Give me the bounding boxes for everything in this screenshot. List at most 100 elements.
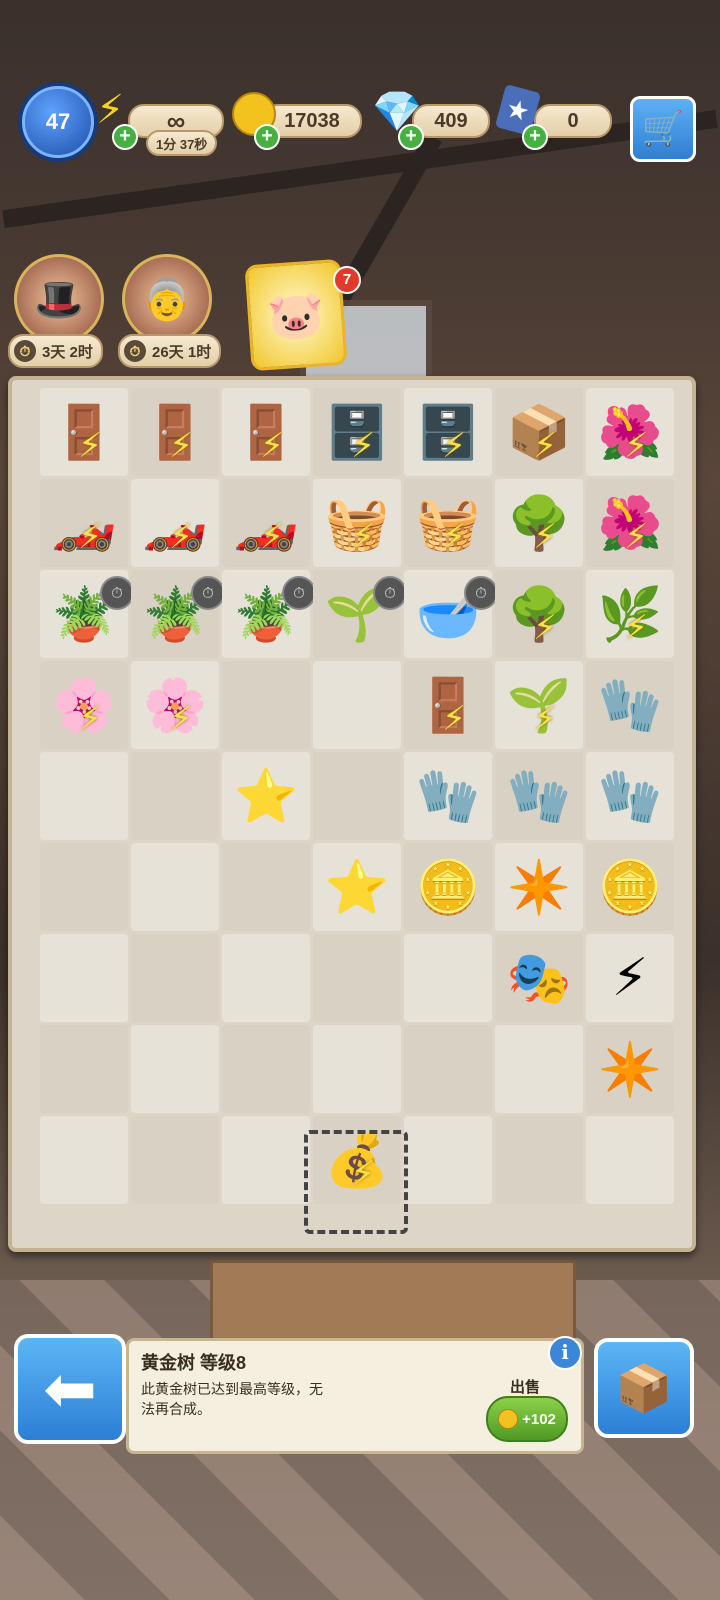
- wardrobe-item[interactable]: 🚪 ⚡: [40, 388, 128, 476]
- empty-cell[interactable]: [222, 661, 310, 749]
- cards-value: 0: [567, 109, 579, 132]
- wardrobe-item[interactable]: 🚪 ⚡: [131, 388, 219, 476]
- empty-cell[interactable]: [495, 1116, 583, 1204]
- empty-cell[interactable]: [131, 843, 219, 931]
- wardrobe-item[interactable]: 🚪 ⚡: [404, 661, 492, 749]
- gloves-item[interactable]: 🧤: [404, 752, 492, 840]
- empty-cell[interactable]: [131, 752, 219, 840]
- potted-sprout-item[interactable]: 🪴 ⏱: [40, 570, 134, 658]
- lightning-icon: ⚡: [78, 427, 102, 465]
- flower-bush-item[interactable]: 🌺 ⚡: [586, 479, 674, 567]
- empty-cell[interactable]: [222, 1025, 310, 1113]
- mask-item[interactable]: 🎭: [495, 934, 583, 1022]
- empty-cell[interactable]: [222, 934, 310, 1022]
- add-energy-button[interactable]: +: [112, 124, 138, 150]
- shop-cart-button[interactable]: 🛒: [630, 96, 696, 162]
- item-title: 黄金树 等级8: [141, 1353, 247, 1373]
- toy-car-item[interactable]: 🏎️ ⚡: [40, 479, 128, 567]
- energy-timer: 1分 37秒: [156, 136, 208, 152]
- empty-cell[interactable]: [404, 1116, 492, 1204]
- level-badge[interactable]: 47: [22, 86, 94, 158]
- empty-pot-item[interactable]: 🥣 ⏱: [404, 570, 498, 658]
- empty-cell[interactable]: [40, 752, 128, 840]
- empty-cell[interactable]: [313, 752, 401, 840]
- coins-item[interactable]: 🪙: [404, 843, 492, 931]
- lightning-icon: ⚡: [624, 518, 648, 556]
- lightning-icon: ⚡: [533, 518, 557, 556]
- lightning-icon: ⚡: [78, 700, 102, 738]
- sapling-item[interactable]: 🌱 ⚡: [495, 661, 583, 749]
- blue-star-item[interactable]: ⭐: [313, 843, 401, 931]
- clock-icon: ⏱: [124, 340, 146, 362]
- empty-cell[interactable]: [313, 661, 401, 749]
- blue-star-burst-item[interactable]: ✴️: [495, 843, 583, 931]
- box-icon: 📦: [615, 1361, 673, 1414]
- sell-value: +102: [522, 1410, 556, 1428]
- sell-button[interactable]: +102: [486, 1396, 568, 1442]
- flower-pot-item[interactable]: 🌸 ⚡: [40, 661, 128, 749]
- empty-cell[interactable]: [222, 1116, 310, 1204]
- board-grid: 🚪 ⚡ 🚪 ⚡ 🚪 ⚡ 🗄️ ⚡ 🗄️ ⚡ 📦 ⚡ 🌺 ⚡ 🏎️ ⚡ 🏎️ ⚡ 🏎️ ⚡ 🧺 ⚡ 🧺 ⚡ 🌳 ⚡ 🌺 ⚡ 🪴 ⏱ 🪴 ⏱ 🪴 ⏱ 🌱…: [40, 388, 680, 1208]
- potted-sprout-item[interactable]: 🌱 ⏱: [313, 570, 407, 658]
- blue-star-burst-item[interactable]: ✴️: [586, 1025, 674, 1113]
- blue-star-burst-icon: ✴️: [506, 858, 572, 917]
- gems-pill[interactable]: 409: [412, 104, 490, 138]
- gloves-item[interactable]: 🧤: [495, 752, 583, 840]
- empty-cell[interactable]: [40, 843, 128, 931]
- empty-cell[interactable]: [313, 1025, 401, 1113]
- tree-item[interactable]: 🌳 ⚡: [495, 570, 583, 658]
- toy-car-item[interactable]: 🏎️ ⚡: [222, 479, 310, 567]
- grandma-character[interactable]: 👵: [122, 254, 212, 344]
- lightning-icon: ⚡: [78, 518, 102, 556]
- gloves-icon: 🧤: [506, 767, 572, 826]
- add-gems-button[interactable]: +: [398, 124, 424, 150]
- lightning-icon: ⚡: [260, 427, 284, 465]
- energy-bubble-item[interactable]: ⚡: [586, 934, 674, 1022]
- empty-cell[interactable]: [404, 934, 492, 1022]
- storage-box-button[interactable]: 📦: [594, 1338, 694, 1438]
- empty-cell[interactable]: [313, 934, 401, 1022]
- blue-star-icon: ⭐: [324, 858, 390, 917]
- plant-item[interactable]: 🌿 ⚡: [586, 570, 674, 658]
- empty-cell[interactable]: [222, 843, 310, 931]
- empty-cell[interactable]: [40, 1116, 128, 1204]
- empty-cell[interactable]: [586, 1116, 674, 1204]
- back-button[interactable]: ⬅: [14, 1334, 126, 1444]
- gloves-item[interactable]: 🧤: [586, 661, 674, 749]
- wardrobe-item[interactable]: 🚪 ⚡: [222, 388, 310, 476]
- empty-cell[interactable]: [131, 1116, 219, 1204]
- tree-item[interactable]: 🌳 ⚡: [495, 479, 583, 567]
- magician-character[interactable]: 🎩: [14, 254, 104, 344]
- add-coins-button[interactable]: +: [254, 124, 280, 150]
- flower-bush-item[interactable]: 🌺 ⚡: [586, 388, 674, 476]
- reward-card[interactable]: 🐷: [244, 258, 348, 372]
- tool-bucket-item[interactable]: 🧺 ⚡: [404, 479, 492, 567]
- gloves-item[interactable]: 🧤: [586, 752, 674, 840]
- empty-cell[interactable]: [40, 934, 128, 1022]
- coins-icon: 🪙: [415, 858, 481, 917]
- lightning-icon: ⚡: [533, 609, 557, 647]
- empty-cell[interactable]: [131, 934, 219, 1022]
- flower-pot-item[interactable]: 🌸 ⚡: [131, 661, 219, 749]
- dresser-item[interactable]: 🗄️ ⚡: [313, 388, 401, 476]
- add-cards-button[interactable]: +: [522, 124, 548, 150]
- cart-icon: 🛒: [641, 110, 685, 148]
- blue-star-burst-icon: ✴️: [597, 1040, 663, 1099]
- info-icon[interactable]: i: [548, 1336, 582, 1370]
- coin-pile-item[interactable]: 🪙: [586, 843, 674, 931]
- gloves-icon: 🧤: [597, 767, 663, 826]
- tool-bucket-item[interactable]: 🧺 ⚡: [313, 479, 401, 567]
- empty-cell[interactable]: [131, 1025, 219, 1113]
- toy-car-item[interactable]: 🏎️ ⚡: [131, 479, 219, 567]
- clock-icon: ⏱: [14, 340, 36, 362]
- empty-cell[interactable]: [404, 1025, 492, 1113]
- boxes-item[interactable]: 📦 ⚡: [495, 388, 583, 476]
- potted-sprout-item[interactable]: 🪴 ⏱: [222, 570, 316, 658]
- dresser-item[interactable]: 🗄️ ⚡: [404, 388, 492, 476]
- stopwatch-icon: ⏱: [100, 576, 134, 610]
- potted-sprout-item[interactable]: 🪴 ⏱: [131, 570, 225, 658]
- empty-cell[interactable]: [40, 1025, 128, 1113]
- lightning-icon: ⚡: [169, 700, 193, 738]
- blue-star-item[interactable]: ⭐: [222, 752, 310, 840]
- empty-cell[interactable]: [495, 1025, 583, 1113]
